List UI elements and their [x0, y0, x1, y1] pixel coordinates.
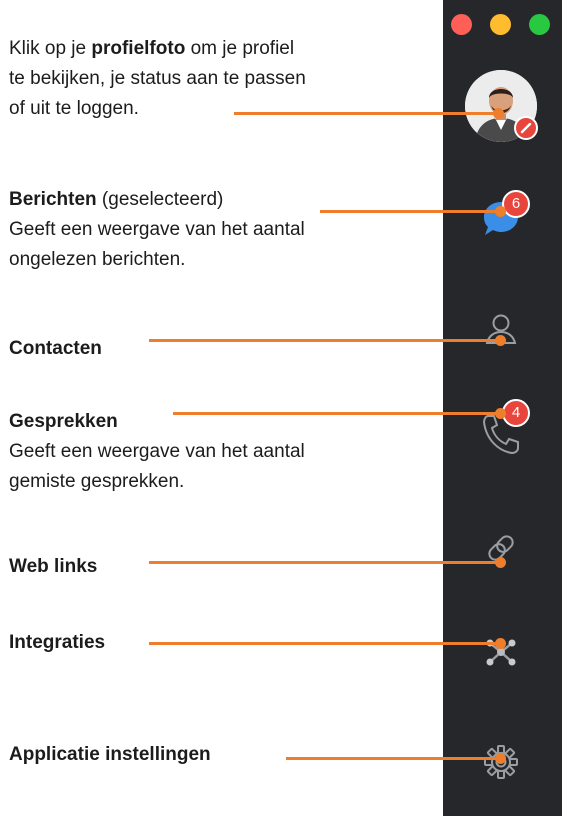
messages-callout: Berichten (geselecteerd) Geeft een weerg… — [9, 185, 305, 275]
settings-connector-line — [286, 757, 500, 760]
contacts-callout-title: Contacten — [9, 338, 102, 359]
profile-connector-dot — [493, 108, 504, 119]
missed-calls-badge: 4 — [502, 399, 530, 427]
weblinks-connector-dot — [495, 557, 506, 568]
minimize-window-button[interactable] — [490, 14, 511, 35]
integrations-connector-line — [149, 642, 500, 645]
messages-callout-line1: Berichten (geselecteerd) — [9, 189, 224, 210]
profile-callout-line1: Klik op je profielfoto om je profiel — [9, 38, 295, 59]
messages-connector-line — [320, 210, 500, 213]
close-window-button[interactable] — [451, 14, 472, 35]
contacts-connector-line — [149, 339, 500, 342]
contacts-connector-dot — [495, 335, 506, 346]
calls-callout-line3: gemiste gesprekken. — [9, 471, 185, 492]
unread-messages-badge: 6 — [502, 190, 530, 218]
profile-connector-line — [234, 112, 498, 115]
weblinks-callout: Web links — [9, 552, 97, 582]
profile-callout-line2: te bekijken, je status aan te passen — [9, 68, 306, 89]
calls-connector-line — [173, 412, 500, 415]
integrations-callout-title: Integraties — [9, 632, 106, 653]
settings-callout-title: Applicatie instellingen — [9, 744, 211, 765]
messages-callout-line3: ongelezen berichten. — [9, 249, 186, 270]
calls-callout-line2: Geeft een weergave van het aantal — [9, 441, 305, 462]
profile-callout-line3: of uit te loggen. — [9, 98, 139, 119]
messages-connector-dot — [495, 206, 506, 217]
contacts-callout: Contacten — [9, 334, 102, 364]
weblinks-connector-line — [149, 561, 500, 564]
maximize-window-button[interactable] — [529, 14, 550, 35]
integrations-callout: Integraties — [9, 628, 105, 658]
settings-callout: Applicatie instellingen — [9, 740, 211, 770]
pencil-icon — [520, 122, 532, 134]
calls-callout: Gesprekken Geeft een weergave van het aa… — [9, 407, 305, 497]
weblinks-callout-title: Web links — [9, 556, 98, 577]
calls-connector-dot — [495, 408, 506, 419]
messages-callout-line2: Geeft een weergave van het aantal — [9, 219, 305, 240]
integrations-connector-dot — [495, 638, 506, 649]
edit-status-badge[interactable] — [514, 116, 538, 140]
profile-callout: Klik op je profielfoto om je profiel te … — [9, 34, 306, 124]
settings-connector-dot — [495, 753, 506, 764]
